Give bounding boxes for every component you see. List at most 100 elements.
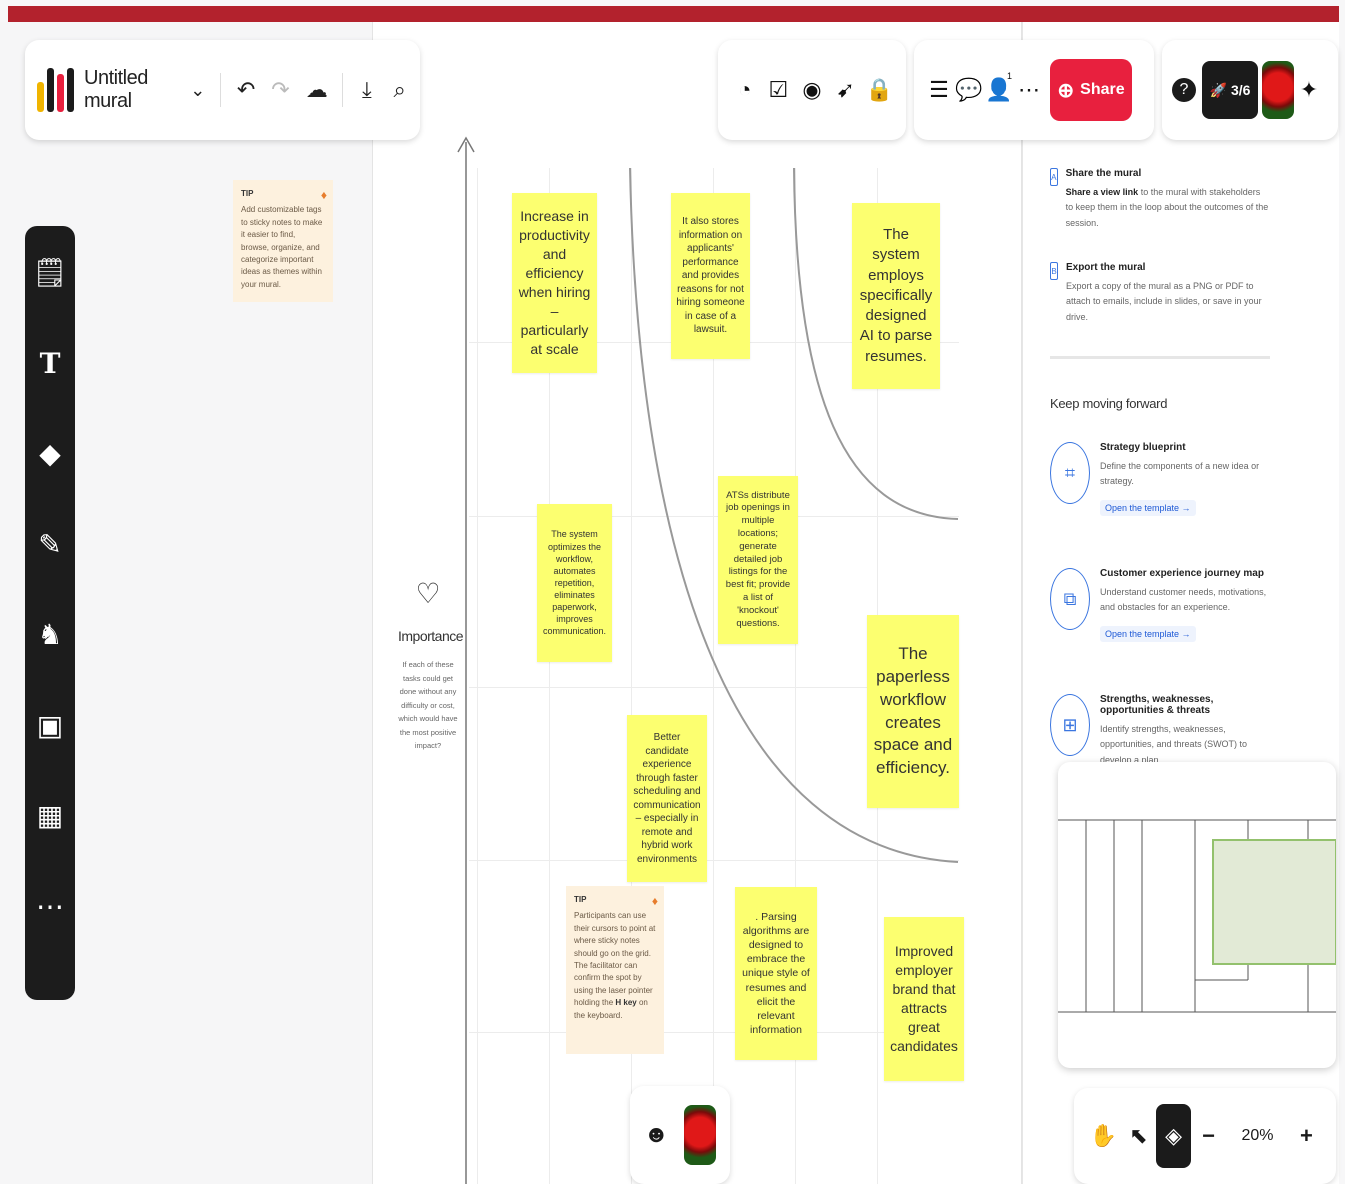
- share-label: Share: [1080, 81, 1125, 98]
- llama-icon[interactable]: ♞: [25, 618, 75, 709]
- axis-description: If each of these tasks could get done wi…: [398, 660, 458, 750]
- left-tool-rail: 🗒 T ◆ ✎ ♞ ▣ ▦ ⋯: [25, 226, 75, 1000]
- lock-icon[interactable]: 🔒: [864, 77, 894, 103]
- timer-icon[interactable]: ◔: [730, 77, 760, 103]
- laser-pointer-icon[interactable]: ➹: [831, 77, 861, 103]
- outline-icon[interactable]: ☰: [924, 77, 954, 103]
- chevron-down-icon[interactable]: ⌄: [189, 80, 206, 101]
- private-mode-icon[interactable]: ◉: [797, 77, 827, 103]
- tip-text: Add customizable tags to sticky notes to…: [241, 205, 323, 289]
- redo-icon[interactable]: ↷: [271, 77, 289, 103]
- search-icon[interactable]: ⌕: [391, 77, 408, 103]
- main-toolbar: Untitled mural ⌄ ↶ ↷ ☁ ⤓ ⌕: [25, 40, 420, 140]
- image-icon[interactable]: ▣: [25, 709, 75, 800]
- collaborator-count: 1: [1006, 71, 1012, 81]
- pen-icon[interactable]: ✎: [25, 528, 75, 619]
- shapes-icon[interactable]: ◆: [25, 437, 75, 528]
- facilitation-toolbar: ◔ ☑ ◉ ➹ 🔒: [718, 40, 906, 140]
- export-description: Export a copy of the mural as a PNG or P…: [1065, 281, 1262, 322]
- template-card[interactable]: ⧉ Customer experience journey map Unders…: [1050, 568, 1280, 642]
- templates-icon[interactable]: ▦: [25, 799, 75, 890]
- hand-tool-icon[interactable]: ✋: [1086, 1123, 1121, 1149]
- voting-icon[interactable]: ☑: [763, 77, 793, 103]
- export-icon[interactable]: ⤓: [358, 77, 375, 103]
- undo-icon[interactable]: ↶: [237, 77, 255, 103]
- axis-label[interactable]: ♡ Importance If each of these tasks coul…: [398, 577, 464, 753]
- reaction-bar: ☻: [630, 1086, 730, 1184]
- add-user-icon: ⊕: [1057, 79, 1075, 102]
- axis-title: Importance: [398, 628, 464, 644]
- sticky-note[interactable]: . Parsing algorithms are designed to emb…: [735, 887, 817, 1060]
- sticky-note[interactable]: The system optimizes the workflow, autom…: [537, 504, 612, 662]
- ai-sparkle-icon[interactable]: ✦: [1294, 77, 1324, 103]
- sticky-note[interactable]: Better candidate experience through fast…: [627, 715, 707, 882]
- share-button[interactable]: ⊕ Share: [1050, 59, 1132, 121]
- template-description: Define the components of a new idea or s…: [1100, 461, 1260, 487]
- share-doc-icon: A: [1050, 168, 1058, 186]
- zoom-out-icon[interactable]: −: [1191, 1123, 1226, 1149]
- select-tool-icon[interactable]: ⬉: [1121, 1123, 1156, 1149]
- tip-text-bold: H key: [615, 998, 637, 1008]
- open-template-link[interactable]: Open the template →: [1100, 625, 1196, 642]
- sticky-note[interactable]: The system employs specifically designed…: [852, 203, 940, 389]
- tip-label: TIP: [241, 189, 254, 198]
- export-section: B Export the mural Export a copy of the …: [1050, 262, 1270, 325]
- mural-title[interactable]: Untitled mural: [84, 67, 165, 113]
- more-icon[interactable]: ⋯: [1014, 77, 1044, 103]
- emoji-icon[interactable]: ☻: [644, 1121, 669, 1149]
- sticky-note[interactable]: ATSs distribute job openings in multiple…: [718, 476, 798, 644]
- sticky-note[interactable]: Improved employer brand that attracts gr…: [884, 917, 964, 1081]
- tip-text: Participants can use their cursors to po…: [574, 911, 656, 1008]
- comments-icon[interactable]: 💬: [954, 77, 984, 103]
- tip-card[interactable]: ♦ TIP Add customizable tags to sticky no…: [233, 180, 333, 302]
- tip-card[interactable]: ♦ TIP Participants can use their cursors…: [566, 886, 664, 1054]
- template-title: Customer experience journey map: [1100, 568, 1264, 579]
- text-icon[interactable]: T: [25, 347, 75, 438]
- export-doc-icon: B: [1050, 262, 1058, 280]
- keep-moving-heading: Keep moving forward: [1050, 396, 1168, 411]
- help-toolbar: ? 🚀 3/6 ✦: [1162, 40, 1338, 140]
- progress-label: 3/6: [1230, 82, 1251, 98]
- zoom-controls: ✋ ⬉ ◈ − 20% +: [1074, 1088, 1336, 1184]
- onboarding-progress-chip[interactable]: 🚀 3/6: [1202, 61, 1258, 119]
- top-accent-bar: [8, 6, 1339, 22]
- share-section: A Share the mural Share a view link to t…: [1050, 168, 1270, 231]
- zoom-in-icon[interactable]: +: [1289, 1123, 1324, 1149]
- collaboration-toolbar: ☰ 💬 👤 1 ⋯ ⊕ Share: [914, 40, 1154, 140]
- swot-grid-icon: ⊞: [1050, 694, 1090, 756]
- avatar[interactable]: [1262, 61, 1294, 119]
- share-link-text[interactable]: Share a view link: [1066, 187, 1139, 197]
- tip-label: TIP: [574, 895, 587, 904]
- heart-icon: ♡: [415, 578, 441, 609]
- minimap[interactable]: [1058, 762, 1336, 1068]
- collaborators-icon[interactable]: 👤 1: [984, 71, 1014, 103]
- sticky-note-icon[interactable]: 🗒: [25, 256, 75, 347]
- template-description: Understand customer needs, motivations, …: [1100, 587, 1267, 613]
- open-template-link[interactable]: Open the template →: [1100, 499, 1196, 516]
- mural-logo-icon[interactable]: [37, 68, 74, 112]
- help-icon[interactable]: ?: [1172, 78, 1196, 102]
- bulb-icon: ♦: [320, 188, 327, 202]
- divider: [220, 73, 221, 107]
- minimap-toggle-icon[interactable]: ◈: [1156, 1104, 1192, 1168]
- template-title: Strategy blueprint: [1100, 442, 1186, 453]
- minimap-canvas: [1058, 819, 1336, 1013]
- rocket-icon: 🚀: [1209, 81, 1227, 98]
- journey-map-icon: ⧉: [1050, 568, 1090, 630]
- template-description: Identify strengths, weaknesses, opportun…: [1100, 724, 1248, 765]
- zoom-level[interactable]: 20%: [1238, 1127, 1277, 1145]
- divider: [341, 73, 343, 107]
- divider: [1050, 356, 1270, 359]
- sticky-note[interactable]: It also stores information on applicants…: [671, 193, 750, 359]
- cloud-save-icon[interactable]: ☁: [306, 77, 328, 103]
- share-title: Share the mural: [1065, 168, 1142, 179]
- sticky-note[interactable]: The paperless workflow creates space and…: [867, 615, 959, 808]
- bulb-icon: ♦: [651, 894, 658, 908]
- sticky-note[interactable]: Increase in productivity and efficiency …: [512, 193, 597, 373]
- template-title: Strengths, weaknesses, opportunities & t…: [1100, 694, 1214, 716]
- avatar[interactable]: [684, 1105, 717, 1165]
- export-title: Export the mural: [1065, 262, 1146, 273]
- template-card[interactable]: ⊞ Strengths, weaknesses, opportunities &…: [1050, 694, 1280, 768]
- template-card[interactable]: ⌗ Strategy blueprint Define the componen…: [1050, 442, 1280, 516]
- more-tools-icon[interactable]: ⋯: [25, 890, 75, 981]
